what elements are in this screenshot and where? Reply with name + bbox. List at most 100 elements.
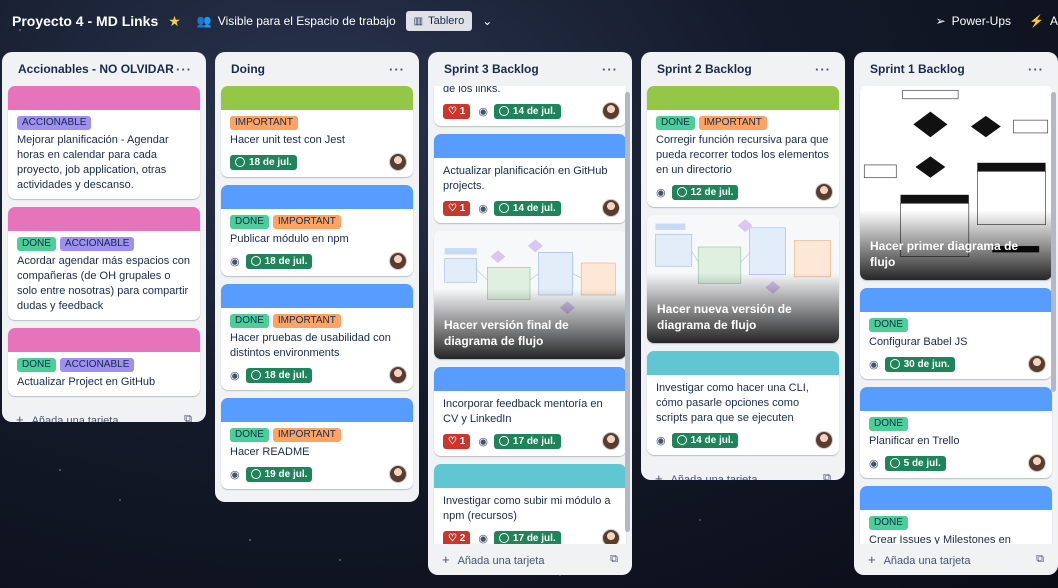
avatar[interactable] [389,465,407,483]
vote-badge[interactable]: ♡ 1 [443,103,471,119]
card[interactable]: Actualizar planificación en GitHub proje… [434,134,626,223]
clock-icon [889,458,900,468]
card[interactable]: DONE IMPORTANT Hacer pruebas de usabilid… [221,284,413,390]
more-icon[interactable]: ··· [1028,62,1044,77]
chevron-down-icon[interactable]: ⌄ [482,14,492,28]
eye-icon: ◉ [656,434,666,447]
vote-badge[interactable]: ♡ 1 [443,433,471,449]
list-title[interactable]: Accionables - NO OLVIDAR [18,62,174,76]
card[interactable]: DONE Crear Issues y Milestones en GitHub [860,486,1052,544]
card-cover [434,464,626,488]
add-card-button[interactable]: + Añada una tarjeta [16,412,118,423]
add-card-button[interactable]: + Añada una tarjeta [868,552,970,567]
board-header: Proyecto 4 - MD Links ★ 👥 Visible para e… [0,0,1058,42]
avatar[interactable] [602,529,620,544]
card[interactable]: Investigar como hacer una CLI, cómo pasa… [647,351,839,455]
list-sprint-2[interactable]: Sprint 2 Backlog ··· DONE IMPORTANT Corr… [641,52,845,480]
board-icon: ▥ [413,15,424,27]
due-date: 14 de jul. [690,434,734,446]
card[interactable]: DONE Planificar en Trello ◉ 5 de jul. [860,387,1052,478]
card-image[interactable]: Hacer primer diagrama de flujo [860,86,1052,280]
vote-count: 1 [459,202,466,214]
label-done: DONE [656,116,695,130]
vote-badge[interactable]: ♡ 2 [443,530,471,544]
card[interactable]: Incorporar feedback mentoría en CV y Lin… [434,367,626,456]
avatar[interactable] [815,183,833,201]
avatar[interactable] [602,432,620,450]
avatar[interactable] [1028,355,1046,373]
list-title[interactable]: Sprint 1 Backlog [870,62,965,76]
avatar[interactable] [602,102,620,120]
due-date-badge[interactable]: 12 de jul. [671,184,739,200]
avatar[interactable] [815,431,833,449]
template-icon[interactable]: ⧉ [1036,553,1044,566]
due-date-badge[interactable]: 17 de jul. [493,433,561,449]
due-date-badge[interactable]: 18 de jul. [230,154,297,170]
card-image[interactable]: Hacer nueva versión de diagrama de flujo [647,215,839,343]
vote-count: 1 [459,435,466,447]
card[interactable]: DONE IMPORTANT Hacer README ◉ 19 de jul. [221,398,413,489]
card[interactable]: ACCIONABLE Mejorar planificación - Agend… [8,86,200,199]
vote-badge[interactable]: ♡ 1 [443,200,471,216]
card[interactable]: DONE ACCIONABLE Acordar agendar más espa… [8,207,200,320]
add-card-button[interactable]: + Añada una tarjeta [442,552,544,567]
card[interactable]: de los links. ♡ 1 ◉ 14 de jul. [434,86,626,126]
more-icon[interactable]: ··· [602,62,618,77]
label-done: DONE [869,417,908,431]
avatar[interactable] [602,199,620,217]
card[interactable]: Investigar como subir mi módulo a npm (r… [434,464,626,544]
board-title[interactable]: Proyecto 4 - MD Links [12,13,158,29]
due-date-badge[interactable]: 14 de jul. [671,432,739,448]
card[interactable]: DONE Configurar Babel JS ◉ 30 de jun. [860,288,1052,379]
more-icon[interactable]: ··· [389,62,405,77]
due-date-badge[interactable]: 18 de jul. [245,367,313,383]
due-date-badge[interactable]: 30 de jun. [884,356,955,372]
people-icon: 👥 [196,14,212,28]
card[interactable]: DONE ACCIONABLE Actualizar Project en Gi… [8,328,200,396]
more-icon[interactable]: ··· [176,62,192,77]
list-sprint-1[interactable]: Sprint 1 Backlog ··· Hacer primer diagra… [854,52,1058,575]
due-date-badge[interactable]: 14 de jul. [493,103,561,119]
card-image[interactable]: Hacer versión final de diagrama de flujo [434,231,626,359]
avatar[interactable] [389,153,407,171]
add-card-row: + Añada una tarjeta ⧉ [641,463,845,481]
card-title: Actualizar Project en GitHub [17,376,156,388]
list-sprint-3[interactable]: Sprint 3 Backlog ··· de los links. ♡ 1 ◉ 1… [428,52,632,575]
label-done: DONE [230,314,269,328]
card-title: Incorporar feedback mentoría en CV y Lin… [443,398,603,425]
card[interactable]: DONE IMPORTANT Corregir función recursiv… [647,86,839,207]
list-doing[interactable]: Doing ··· IMPORTANT Hacer unit test con … [215,52,419,502]
card[interactable]: DONE IMPORTANT Publicar módulo en npm ◉ 1… [221,185,413,276]
automation-button[interactable]: ⚡ A [1029,14,1058,28]
board-view-button[interactable]: ▥ Tablero [405,11,473,31]
list-accionables[interactable]: Accionables - NO OLVIDAR ··· ACCIONABLE … [2,52,206,422]
visibility-button[interactable]: 👥 Visible para el Espacio de trabajo [197,14,396,28]
powerups-button[interactable]: ➢ Power-Ups [936,14,1011,28]
star-icon[interactable]: ★ [168,13,181,30]
due-date-badge[interactable]: 17 de jul. [493,530,561,544]
vote-count: 1 [459,105,466,117]
list-header: Doing ··· [215,52,419,86]
avatar[interactable] [389,366,407,384]
add-card-label: Añada una tarjeta [31,414,119,423]
template-icon[interactable]: ⧉ [823,472,831,481]
template-icon[interactable]: ⧉ [610,553,618,566]
avatar[interactable] [1028,454,1046,472]
list-title[interactable]: Doing [231,62,265,76]
due-date-badge[interactable]: 19 de jul. [245,466,313,482]
template-icon[interactable]: ⧉ [184,413,192,423]
more-icon[interactable]: ··· [815,62,831,77]
due-date-badge[interactable]: 5 de jul. [884,455,946,471]
list-scrollbar[interactable] [1051,92,1056,392]
due-date-badge[interactable]: 14 de jul. [493,200,561,216]
add-card-button[interactable]: + Añada una tarjeta [655,471,757,481]
due-date-badge[interactable]: 18 de jul. [245,253,313,269]
plus-icon: + [655,470,663,481]
list-scrollbar[interactable] [625,92,630,532]
card-cover [221,284,413,308]
list-title[interactable]: Sprint 3 Backlog [444,62,539,76]
avatar[interactable] [389,252,407,270]
card[interactable]: IMPORTANT Hacer unit test con Jest 18 de… [221,86,413,177]
list-title[interactable]: Sprint 2 Backlog [657,62,752,76]
card-cover [8,207,200,231]
